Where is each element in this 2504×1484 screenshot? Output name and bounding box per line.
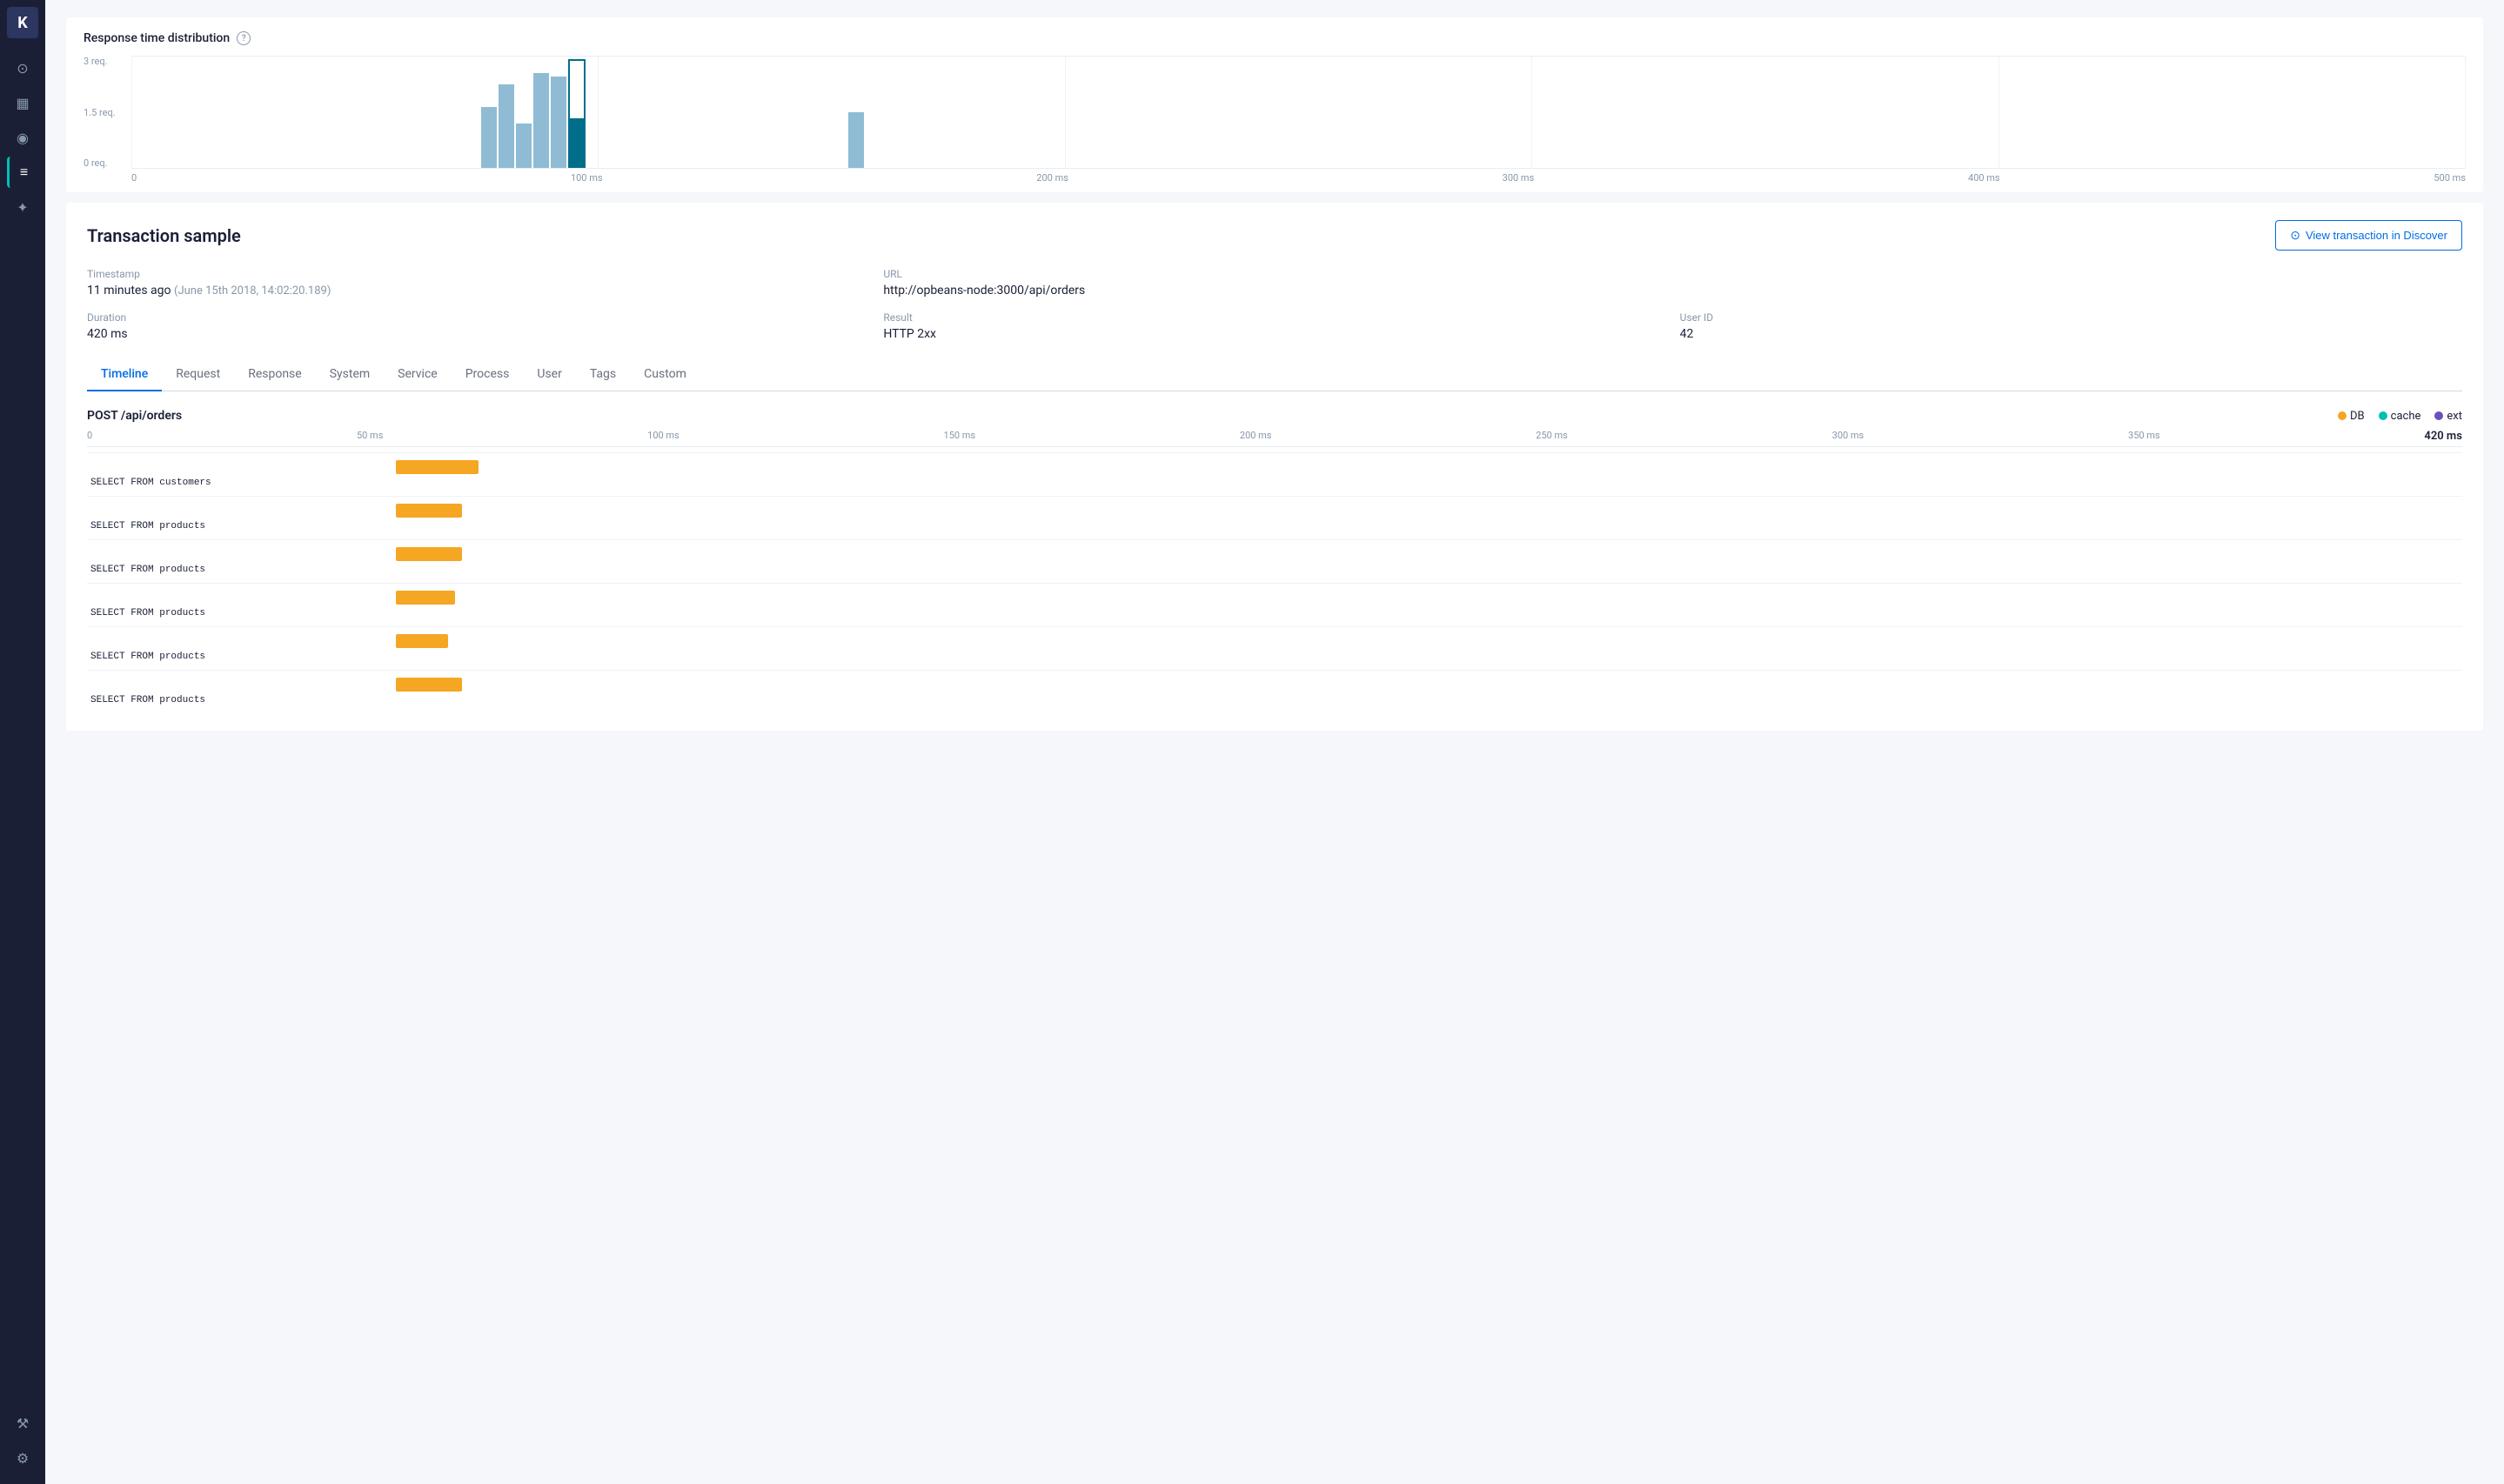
url-value: http://opbeans-node:3000/api/orders xyxy=(883,284,2462,297)
axis-100: 100 ms xyxy=(647,430,680,443)
span-bar-6 xyxy=(396,678,462,692)
y-label-mid: 1.5 req. xyxy=(84,107,116,118)
y-label-bottom: 0 req. xyxy=(84,157,116,169)
x-label-200: 200 ms xyxy=(1036,172,1068,184)
legend-cache: cache xyxy=(2379,410,2421,423)
app-logo[interactable]: Kibana APMK xyxy=(7,7,38,38)
tab-bar: Timeline Request Response System Service… xyxy=(87,358,2462,391)
span-bar-2 xyxy=(396,504,462,518)
timeline-endpoint: POST /api/orders xyxy=(87,409,182,423)
timeline-header: POST /api/orders DB cache ext xyxy=(87,409,2462,423)
x-label-100: 100 ms xyxy=(571,172,603,184)
sidebar-icon-discover[interactable]: ⊙ xyxy=(7,52,38,84)
tab-tags[interactable]: Tags xyxy=(576,358,630,391)
userid-label: User ID xyxy=(1680,311,2462,324)
sidebar-icon-visualize[interactable]: ▦ xyxy=(7,87,38,118)
sidebar: Kibana APMK ⊙ ▦ ◉ ≡ ✦ ⚒ ⚙ xyxy=(0,0,45,1484)
span-label-1: SELECT FROM customers xyxy=(87,478,2462,488)
span-bar-area-3 xyxy=(87,547,2462,561)
tab-service[interactable]: Service xyxy=(384,358,452,391)
y-label-top: 3 req. xyxy=(84,56,116,67)
tab-process[interactable]: Process xyxy=(452,358,524,391)
span-label-5: SELECT FROM products xyxy=(87,652,2462,662)
tab-user[interactable]: User xyxy=(523,358,575,391)
sidebar-icon-dashboard[interactable]: ◉ xyxy=(7,122,38,153)
timestamp-value: 11 minutes ago (June 15th 2018, 14:02:20… xyxy=(87,284,869,297)
timeline-legend: DB cache ext xyxy=(2338,410,2462,423)
legend-db-dot xyxy=(2338,411,2347,420)
span-bar-5 xyxy=(396,634,448,648)
span-row-2[interactable]: SELECT FROM products xyxy=(87,496,2462,539)
axis-0: 0 xyxy=(87,430,92,443)
tab-request[interactable]: Request xyxy=(162,358,234,391)
span-label-2: SELECT FROM products xyxy=(87,521,2462,531)
span-label-6: SELECT FROM products xyxy=(87,695,2462,705)
discover-button[interactable]: ⊙ View transaction in Discover xyxy=(2275,220,2462,251)
span-bar-area-5 xyxy=(87,634,2462,648)
span-row-1[interactable]: SELECT FROM customers xyxy=(87,452,2462,496)
span-label-4: SELECT FROM products xyxy=(87,608,2462,618)
span-bar-1 xyxy=(396,460,479,474)
chart-help-icon[interactable]: ? xyxy=(237,31,251,45)
axis-150: 150 ms xyxy=(944,430,976,443)
result-label: Result xyxy=(883,311,1665,324)
chart-title: Response time distribution ? xyxy=(84,31,2466,45)
sidebar-icon-management[interactable]: ⚙ xyxy=(7,1442,38,1474)
legend-ext-dot xyxy=(2434,411,2443,420)
meta-timestamp: Timestamp 11 minutes ago (June 15th 2018… xyxy=(87,268,869,297)
tab-system[interactable]: System xyxy=(316,358,384,391)
axis-300: 300 ms xyxy=(1832,430,1865,443)
transaction-header: Transaction sample ⊙ View transaction in… xyxy=(87,220,2462,251)
axis-200: 200 ms xyxy=(1240,430,1272,443)
discover-icon: ⊙ xyxy=(2290,228,2300,243)
main-content: Response time distribution ? 3 req. 1.5 … xyxy=(45,0,2504,1484)
sidebar-icon-devtools[interactable]: ⚒ xyxy=(7,1407,38,1439)
span-bar-4 xyxy=(396,591,455,605)
axis-400: 420 ms xyxy=(2424,430,2462,443)
meta-userid: User ID 42 xyxy=(1680,311,2462,341)
axis-250: 250 ms xyxy=(1536,430,1568,443)
transaction-title: Transaction sample xyxy=(87,225,241,246)
span-bar-area-4 xyxy=(87,591,2462,605)
axis-350: 350 ms xyxy=(2128,430,2160,443)
timeline-content: POST /api/orders DB cache ext xyxy=(87,409,2462,713)
legend-ext: ext xyxy=(2434,410,2462,423)
span-label-3: SELECT FROM products xyxy=(87,565,2462,575)
x-label-0: 0 xyxy=(131,172,137,184)
result-value: HTTP 2xx xyxy=(883,327,1665,341)
transaction-section: Transaction sample ⊙ View transaction in… xyxy=(66,203,2483,731)
span-row-5[interactable]: SELECT FROM products xyxy=(87,626,2462,670)
meta-duration: Duration 420 ms xyxy=(87,311,869,341)
hist-bar-selected[interactable] xyxy=(568,59,586,168)
span-bar-area-2 xyxy=(87,504,2462,518)
x-label-400: 400 ms xyxy=(1968,172,2000,184)
userid-value: 42 xyxy=(1680,327,2462,341)
meta-url: URL http://opbeans-node:3000/api/orders xyxy=(883,268,2462,297)
legend-db: DB xyxy=(2338,410,2365,423)
tab-timeline[interactable]: Timeline xyxy=(87,358,162,391)
span-row-6[interactable]: SELECT FROM products xyxy=(87,670,2462,713)
x-label-500: 500 ms xyxy=(2434,172,2466,184)
axis-50: 50 ms xyxy=(357,430,383,443)
timestamp-label: Timestamp xyxy=(87,268,869,280)
sidebar-icon-ml[interactable]: ✦ xyxy=(7,191,38,223)
url-label: URL xyxy=(883,268,2462,280)
meta-grid: Timestamp 11 minutes ago (June 15th 2018… xyxy=(87,268,2462,341)
span-row-3[interactable]: SELECT FROM products xyxy=(87,539,2462,583)
x-label-300: 300 ms xyxy=(1503,172,1535,184)
sidebar-icon-apm[interactable]: ≡ xyxy=(7,157,38,188)
meta-result: Result HTTP 2xx xyxy=(883,311,1665,341)
duration-value: 420 ms xyxy=(87,327,869,341)
response-time-chart-section: Response time distribution ? 3 req. 1.5 … xyxy=(66,17,2483,192)
span-bar-3 xyxy=(396,547,462,561)
span-row-4[interactable]: SELECT FROM products xyxy=(87,583,2462,626)
span-bar-area-6 xyxy=(87,678,2462,692)
legend-cache-dot xyxy=(2379,411,2387,420)
tab-custom[interactable]: Custom xyxy=(630,358,700,391)
span-bar-area-1 xyxy=(87,460,2462,474)
duration-label: Duration xyxy=(87,311,869,324)
tab-response[interactable]: Response xyxy=(234,358,316,391)
